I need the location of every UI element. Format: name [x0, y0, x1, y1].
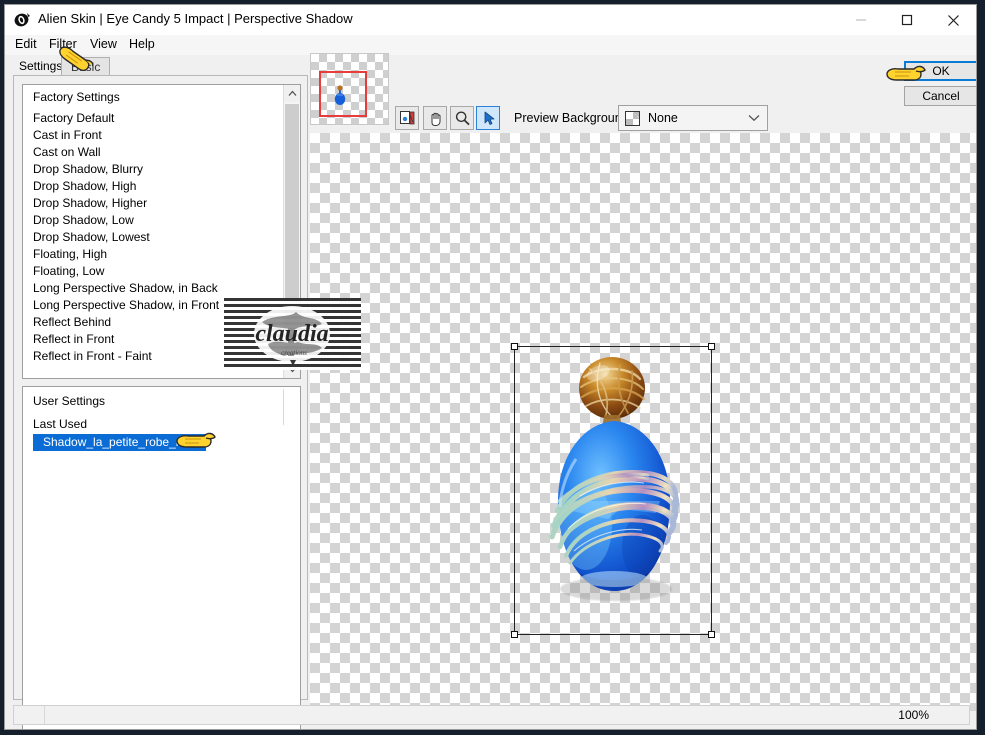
settings-panel: Factory Settings Factory Default Cast in…	[13, 75, 308, 729]
user-settings-divider	[283, 389, 284, 425]
pointer-hand-cursor-user-setting	[176, 432, 216, 448]
cancel-button[interactable]: Cancel	[904, 86, 976, 106]
list-item[interactable]: Drop Shadow, High	[23, 178, 283, 195]
zoom-level-label: 100%	[898, 708, 929, 722]
menubar: Edit Filter View Help	[5, 35, 976, 55]
list-item[interactable]: Floating, High	[23, 246, 283, 263]
statusbar-divider	[44, 706, 45, 724]
tool-select-button[interactable]	[476, 106, 500, 130]
watermark-text: claudia	[255, 321, 328, 347]
tool-zoom-button[interactable]	[450, 106, 474, 130]
list-item[interactable]: Floating, Low	[23, 263, 283, 280]
list-item[interactable]: Drop Shadow, Lowest	[23, 229, 283, 246]
perfume-bottle-image	[524, 351, 704, 631]
pointer-hand-cursor-ok	[886, 65, 926, 81]
list-item[interactable]: Drop Shadow, Low	[23, 212, 283, 229]
resize-handle-bottom-right[interactable]	[708, 631, 715, 638]
preview-canvas[interactable]	[310, 133, 976, 711]
tool-hand-pan-button[interactable]	[423, 106, 447, 130]
svg-text:creations: creations	[281, 349, 307, 357]
scroll-up-icon[interactable]	[284, 85, 300, 102]
preview-background-label: Preview Background:	[514, 111, 633, 125]
arrow-select-icon	[484, 111, 494, 125]
list-item[interactable]: Cast on Wall	[23, 144, 283, 161]
pointer-hand-cursor-menu	[59, 46, 94, 72]
preview-compare-icon	[399, 110, 414, 124]
preview-background-value: None	[648, 111, 678, 125]
list-item[interactable]: Factory Default	[23, 110, 283, 127]
resize-handle-top-right[interactable]	[708, 343, 715, 350]
claudia-watermark: claudia creations	[224, 298, 361, 370]
navigator-bottle-thumb	[334, 85, 346, 105]
chevron-down-icon[interactable]	[748, 113, 760, 125]
maximize-button[interactable]	[884, 5, 930, 35]
resize-handle-top-left[interactable]	[511, 343, 518, 350]
titlebar: Alien Skin | Eye Candy 5 Impact | Perspe…	[5, 5, 976, 36]
statusbar: 100%	[13, 705, 970, 725]
preview-background-swatch-icon	[625, 111, 640, 126]
list-item[interactable]: Last Used	[23, 416, 300, 433]
list-item[interactable]: Cast in Front	[23, 127, 283, 144]
alien-skin-logo-icon	[13, 11, 31, 29]
navigator-thumbnail[interactable]	[310, 53, 389, 125]
tool-preview-compare-button[interactable]	[395, 106, 419, 130]
close-button[interactable]	[930, 5, 976, 35]
preview-background-select[interactable]: None	[618, 105, 768, 131]
list-item[interactable]: Factory Settings	[23, 89, 283, 106]
bottle-stopper	[579, 357, 646, 431]
zoom-magnifier-icon	[455, 111, 470, 125]
tabstrip: Settings Basic	[5, 55, 305, 77]
user-settings-list[interactable]: User Settings Last Used Shadow_la_petite…	[22, 386, 301, 729]
list-item[interactable]: Long Perspective Shadow, in Back	[23, 280, 283, 297]
hand-pan-icon	[431, 112, 440, 126]
minimize-button[interactable]	[838, 5, 884, 35]
resize-handle-bottom-left[interactable]	[511, 631, 518, 638]
list-item[interactable]: Drop Shadow, Blurry	[23, 161, 283, 178]
window-title: Alien Skin | Eye Candy 5 Impact | Perspe…	[38, 11, 353, 26]
menu-item-help[interactable]: Help	[127, 37, 157, 53]
application-window: Alien Skin | Eye Candy 5 Impact | Perspe…	[4, 4, 977, 730]
list-item[interactable]: Drop Shadow, Higher	[23, 195, 283, 212]
menu-item-edit[interactable]: Edit	[13, 37, 39, 53]
user-settings-header: User Settings	[33, 394, 106, 408]
